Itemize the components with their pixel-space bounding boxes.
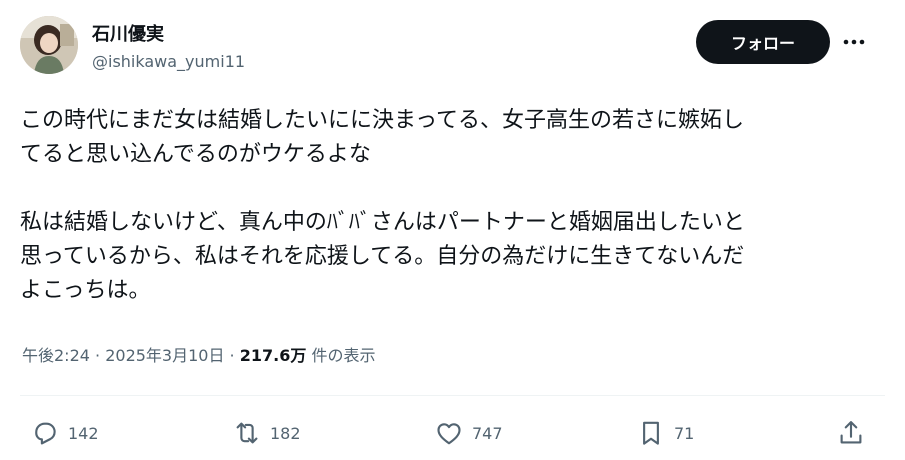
reply-count: 142 [68, 423, 99, 443]
user-handle[interactable]: @ishikawa_yumi11 [92, 52, 245, 71]
user-name[interactable]: 石川優実 [92, 20, 164, 46]
meta-separator: · [89, 346, 106, 365]
like-button[interactable]: 747 [434, 416, 503, 450]
share-icon [840, 421, 862, 444]
bookmark-button[interactable]: 71 [636, 416, 694, 450]
tweet-time[interactable]: 午後2:24 [22, 346, 90, 365]
retweet-button[interactable]: 182 [232, 416, 301, 450]
tweet-date[interactable]: 2025年3月10日 [105, 346, 224, 365]
bookmark-icon [643, 421, 659, 445]
tweet-meta: 午後2:24 · 2025年3月10日 · 217.6万 件の表示 [22, 342, 375, 366]
view-label[interactable]: 件の表示 [306, 346, 375, 365]
reply-icon [35, 422, 56, 445]
retweet-count: 182 [270, 423, 301, 443]
share-button[interactable] [836, 416, 866, 450]
reply-button[interactable]: 142 [30, 416, 99, 450]
like-icon [437, 423, 461, 445]
tweet-text: この時代にまだ女は結婚したいにに決まってる、女子高生の若さに嫉妬し てると思い込… [20, 108, 745, 303]
follow-button[interactable]: フォロー [696, 20, 830, 64]
more-icon [843, 39, 865, 45]
bookmark-count: 71 [674, 423, 695, 443]
meta-separator: · [224, 346, 240, 365]
view-count[interactable]: 217.6万 [240, 346, 307, 365]
divider [20, 395, 885, 396]
like-count: 747 [472, 423, 503, 443]
avatar-photo [20, 16, 78, 74]
retweet-icon [236, 422, 258, 444]
more-button[interactable] [840, 30, 868, 54]
avatar[interactable] [20, 16, 78, 74]
